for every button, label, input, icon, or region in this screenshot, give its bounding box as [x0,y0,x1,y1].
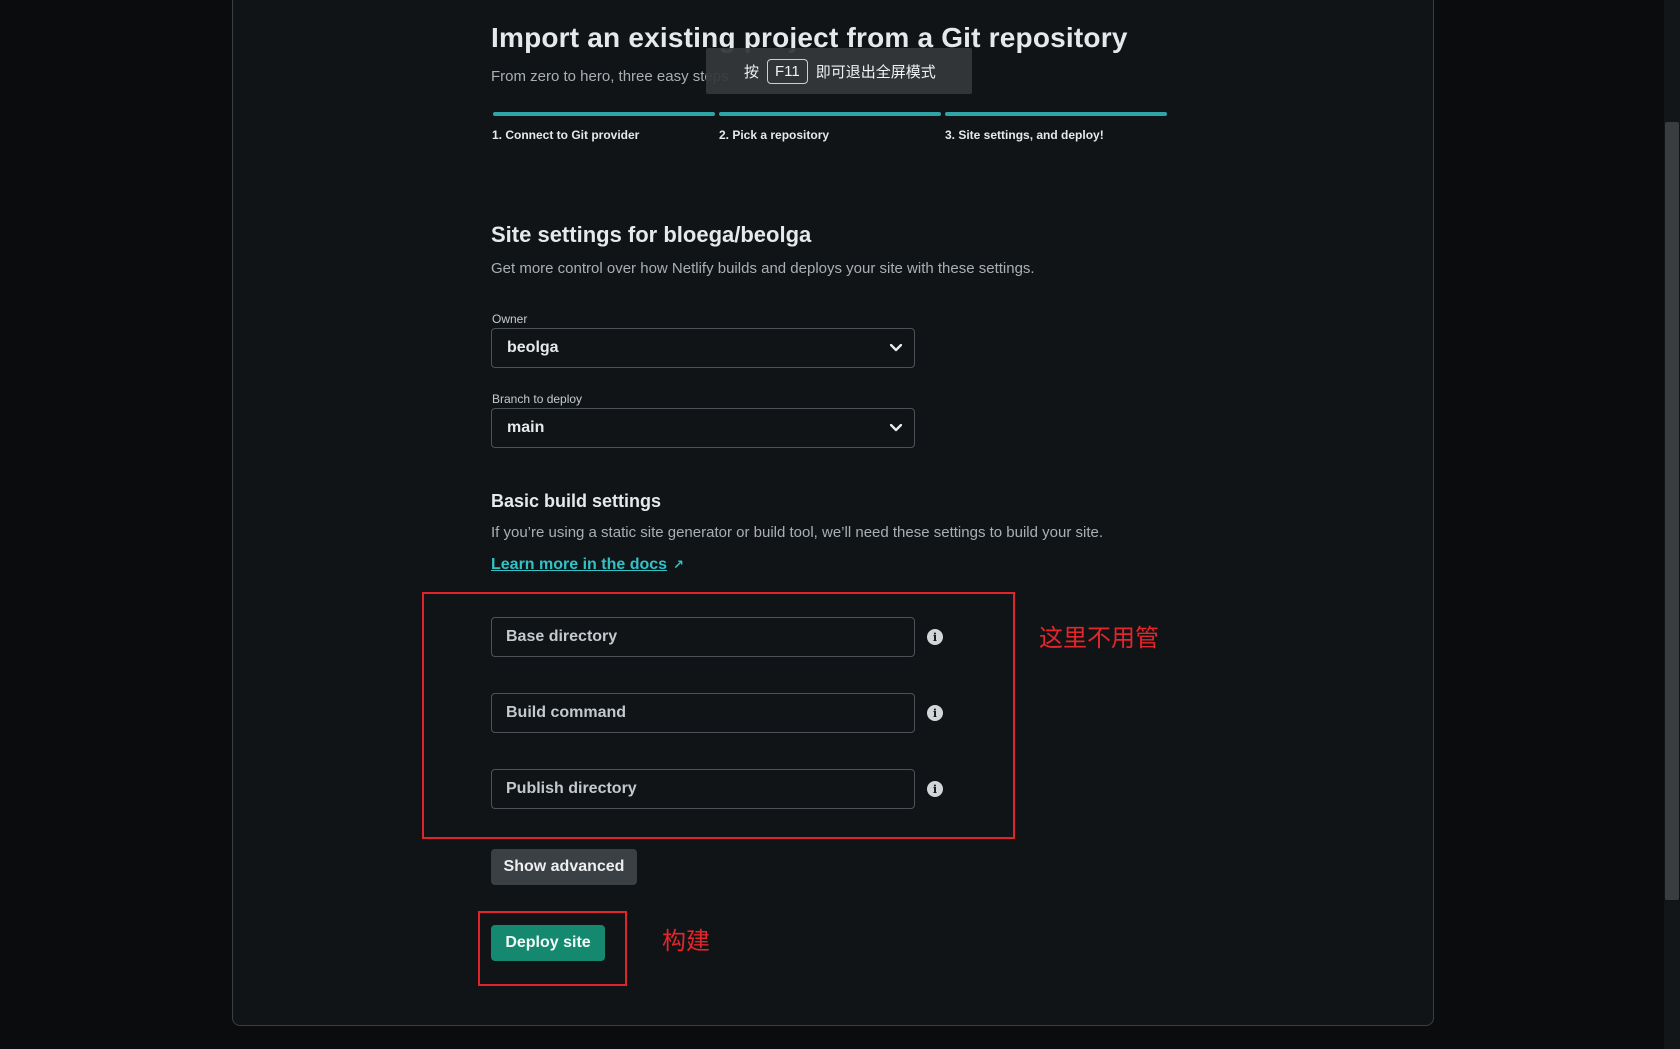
site-settings-description: Get more control over how Netlify builds… [491,260,1035,277]
chevron-down-icon [889,341,903,355]
branch-value: main [507,419,545,436]
page-scrollbar[interactable] [1664,0,1680,1049]
toast-prefix: 按 [744,63,760,81]
external-link-icon: ↗ [673,557,684,572]
branch-label: Branch to deploy [492,392,583,406]
toast-suffix: 即可退出全屏模式 [815,63,936,81]
chevron-down-icon [889,421,903,435]
step-3-label: 3. Site settings, and deploy! [945,128,1104,142]
branch-select[interactable]: main [491,408,915,448]
annotation-fields-note: 这里不用管 [1039,624,1159,652]
step-2-progress-bar [719,112,941,116]
owner-select[interactable]: beolga [491,328,915,368]
annotation-deploy-note: 构建 [662,927,710,955]
scrollbar-thumb[interactable] [1665,122,1679,900]
step-2-label: 2. Pick a repository [719,128,830,142]
page-subtitle: From zero to hero, three easy steps [491,68,729,85]
show-advanced-button[interactable]: Show advanced [491,849,637,885]
owner-value: beolga [507,339,559,356]
f11-key: F11 [767,58,808,84]
fullscreen-exit-toast: 按 F11 即可退出全屏模式 [706,48,972,94]
build-settings-heading: Basic build settings [491,491,662,511]
step-1-label: 1. Connect to Git provider [492,128,640,142]
annotation-fields-box [422,592,1015,839]
step-3-progress-bar [945,112,1167,116]
main-card [232,0,1434,1026]
docs-link-label: Learn more in the docs [491,556,668,573]
owner-label: Owner [492,312,528,326]
annotation-deploy-box [478,911,627,986]
build-settings-description: If you’re using a static site generator … [491,524,1104,541]
site-settings-heading: Site settings for bloega/beolga [491,222,812,247]
learn-more-docs-link[interactable]: Learn more in the docs ↗ [491,556,684,574]
step-1-progress-bar [493,112,715,116]
